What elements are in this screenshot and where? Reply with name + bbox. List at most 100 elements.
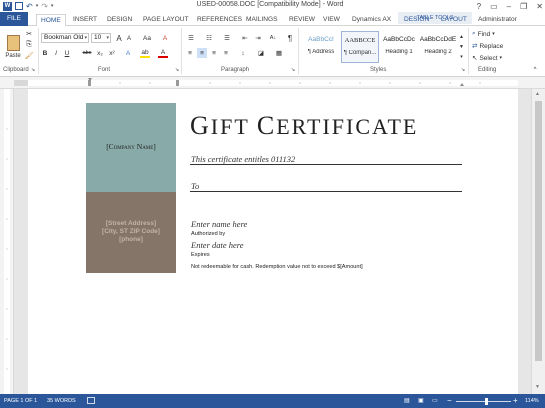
font-launcher-icon[interactable]: ↘ [174, 67, 180, 73]
certificate-title[interactable]: GIFT CERTIFICATE [190, 111, 470, 141]
styles-scroll-up-icon[interactable]: ▲ [458, 32, 465, 41]
align-center-icon[interactable]: ≡ [197, 48, 207, 58]
shading-icon[interactable]: ◪ [255, 48, 267, 58]
zoom-slider-track[interactable] [456, 401, 511, 402]
phone[interactable]: [phone] [86, 236, 176, 243]
styles-more-icon[interactable]: ▾ [458, 52, 465, 61]
undo-icon[interactable]: ↶ [26, 2, 33, 11]
scroll-thumb[interactable] [535, 101, 542, 361]
bullets-icon[interactable]: ☰ [185, 33, 197, 43]
restore-button[interactable]: ❐ [520, 2, 527, 11]
read-mode-icon[interactable]: ▤ [404, 397, 410, 404]
save-icon[interactable] [15, 2, 23, 10]
zoom-slider-thumb[interactable] [485, 398, 488, 405]
page-count[interactable]: PAGE 1 OF 1 [4, 398, 37, 404]
zoom-level[interactable]: 114% [525, 398, 539, 404]
to-line[interactable]: To [191, 181, 199, 191]
quick-access-toolbar: W ↶ ▾ ↷ ▾ [3, 1, 53, 11]
find-button[interactable]: ⌕ Find ▾ [472, 29, 517, 39]
align-right-icon[interactable]: ≡ [209, 48, 219, 58]
italic-button[interactable]: I [52, 48, 60, 58]
paragraph-launcher-icon[interactable]: ↘ [290, 67, 296, 73]
decrease-indent-icon[interactable]: ⇤ [240, 33, 250, 43]
collapse-ribbon-icon[interactable]: ^ [531, 67, 539, 73]
tab-references[interactable]: REFERENCES [197, 14, 242, 26]
redo-icon[interactable]: ↷ [41, 2, 48, 11]
paste-button[interactable]: Paste [3, 29, 23, 65]
grow-font-button[interactable]: A [115, 33, 123, 43]
company-name[interactable]: [Company Name] [86, 142, 176, 151]
tab-file[interactable]: FILE [0, 12, 28, 26]
enter-name-field[interactable]: Enter name here [191, 219, 247, 229]
styles-scroll-down-icon[interactable]: ▼ [458, 42, 465, 51]
change-case-button[interactable]: Aa [140, 33, 154, 43]
align-left-icon[interactable]: ≡ [185, 48, 195, 58]
superscript-button[interactable]: x² [107, 48, 117, 58]
clear-format-button[interactable]: A [160, 33, 170, 43]
word-count[interactable]: 35 WORDS [47, 398, 76, 404]
street-address[interactable]: [Street Address] [86, 220, 176, 227]
print-layout-icon[interactable]: ▣ [418, 397, 424, 404]
dropdown-icon[interactable]: ▾ [36, 3, 39, 9]
font-size-select[interactable]: 10 ▾ [91, 33, 111, 43]
numbering-icon[interactable]: ☷ [203, 33, 215, 43]
vertical-scrollbar[interactable]: ▲ ▼ [531, 89, 545, 394]
user-account[interactable]: Administrator [478, 14, 517, 26]
city-state-zip[interactable]: [City, ST ZIP Code] [86, 228, 176, 235]
ribbon-display-button[interactable]: ▭ [490, 2, 498, 11]
clipboard-launcher-icon[interactable]: ↘ [30, 67, 36, 73]
tab-table-layout[interactable]: LAYOUT [441, 14, 467, 26]
select-button[interactable]: ↖ Select ▾ [472, 53, 517, 63]
replace-button[interactable]: ⇄ Replace [472, 41, 517, 51]
tab-review[interactable]: REVIEW [289, 14, 315, 26]
shrink-font-button[interactable]: A [125, 34, 133, 44]
font-family-select[interactable]: Bookman Old ▾ [41, 33, 89, 43]
vertical-ruler[interactable] [0, 89, 14, 394]
style-heading-2[interactable]: AaBbCcDdE Heading 2 [419, 31, 457, 63]
web-layout-icon[interactable]: ▭ [432, 397, 438, 404]
font-color-button[interactable]: A [158, 48, 168, 58]
help-button[interactable]: ? [477, 2, 481, 11]
strikethrough-button[interactable]: abc [81, 48, 93, 58]
bold-button[interactable]: B [41, 48, 49, 58]
enter-date-field[interactable]: Enter date here [191, 240, 244, 250]
borders-icon[interactable]: ▦ [273, 48, 285, 58]
scroll-up-icon[interactable]: ▲ [535, 91, 540, 97]
proofing-icon[interactable] [87, 397, 95, 404]
close-button[interactable]: ✕ [536, 2, 543, 11]
show-marks-button[interactable]: ¶ [285, 33, 295, 43]
line-spacing-icon[interactable]: ↕ [237, 48, 249, 58]
text-effects-icon[interactable]: A [123, 48, 133, 58]
sort-button[interactable]: A↓ [267, 33, 279, 43]
tab-design[interactable]: DESIGN [107, 14, 132, 26]
cut-icon[interactable]: ✂ [25, 30, 33, 38]
tab-insert[interactable]: INSERT [73, 14, 97, 26]
tab-mailings[interactable]: MAILINGS [246, 14, 278, 26]
minimize-button[interactable]: – [507, 2, 511, 11]
increase-indent-icon[interactable]: ⇥ [253, 33, 263, 43]
style-heading-1[interactable]: AaBbCcDc Heading 1 [380, 31, 418, 63]
tab-page-layout[interactable]: PAGE LAYOUT [143, 14, 189, 26]
zoom-in-button[interactable]: + [513, 396, 518, 405]
scroll-down-icon[interactable]: ▼ [535, 384, 540, 390]
title-c: C [256, 111, 277, 140]
multilevel-list-icon[interactable]: ☰ [221, 33, 233, 43]
format-painter-icon[interactable]: 🖌 [25, 52, 34, 60]
customize-qat-icon[interactable]: ▾ [51, 3, 54, 9]
underline-button[interactable]: U [63, 48, 71, 58]
style-preview: AaBbCcI [308, 36, 334, 43]
copy-icon[interactable]: ⎘ [25, 41, 33, 49]
tab-dynamics-ax[interactable]: Dynamics AX [352, 14, 391, 26]
styles-launcher-icon[interactable]: ↘ [460, 67, 466, 73]
style-address[interactable]: AaBbCcI ¶ Address [302, 31, 340, 63]
style-company[interactable]: AABBCCE ¶ Compan... [341, 31, 379, 63]
tab-table-design[interactable]: DESIGN [404, 14, 429, 26]
zoom-out-button[interactable]: − [447, 396, 452, 405]
tab-view[interactable]: VIEW [323, 14, 340, 26]
horizontal-ruler[interactable] [0, 77, 545, 89]
highlight-button[interactable]: ab [140, 48, 150, 58]
subscript-button[interactable]: x₂ [95, 48, 105, 58]
entitles-line[interactable]: This certificate entitles 011132 [191, 154, 295, 164]
justify-icon[interactable]: ≡ [221, 48, 231, 58]
select-label: Select [479, 54, 498, 62]
